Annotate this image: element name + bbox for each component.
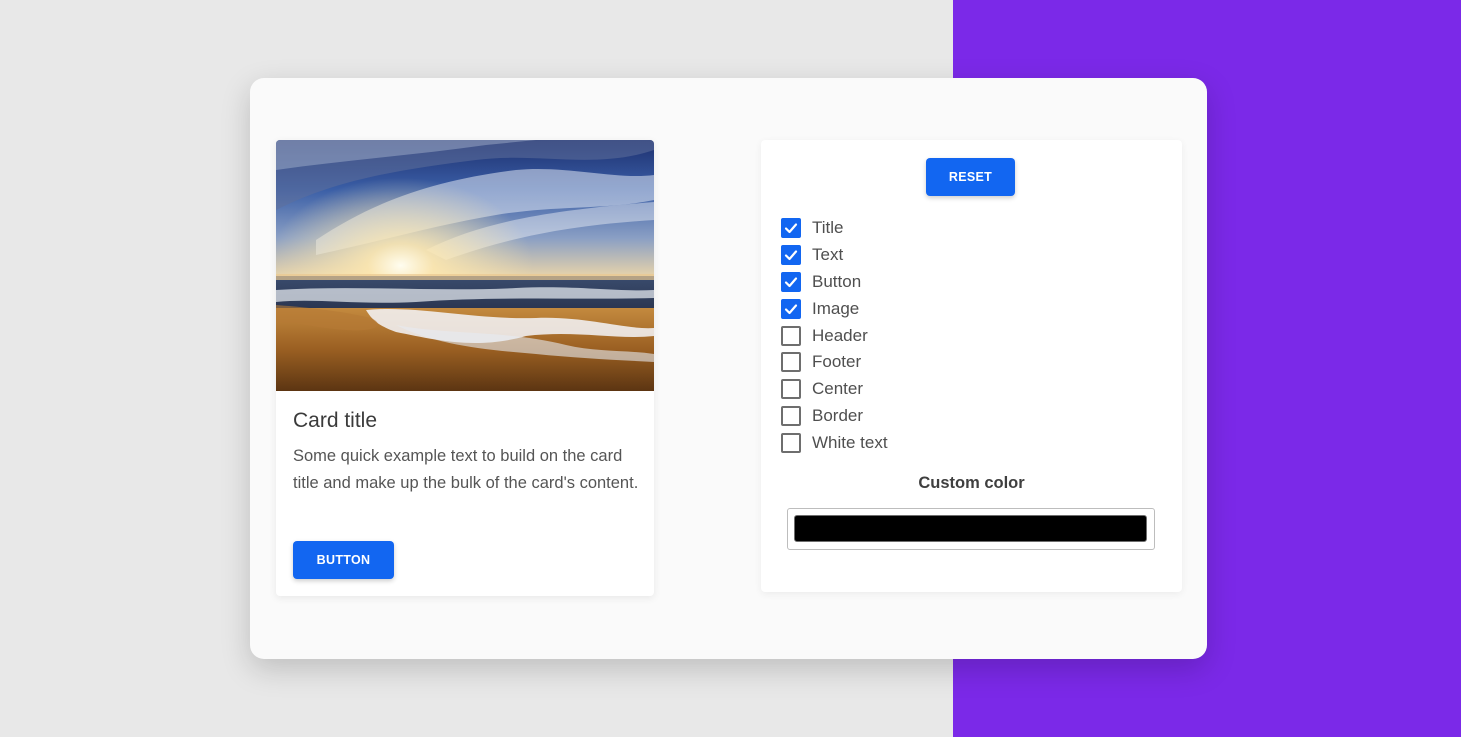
card-title: Card title xyxy=(293,409,378,432)
checkbox-border[interactable] xyxy=(781,405,801,426)
checkbox-footer[interactable] xyxy=(781,352,801,373)
preview-card: Card title Some quick example text to bu… xyxy=(276,140,654,596)
option-label: Button xyxy=(812,271,862,291)
checkbox-white-text[interactable] xyxy=(781,432,801,453)
checkbox-title[interactable] xyxy=(781,218,801,239)
option-label: Title xyxy=(812,218,844,238)
option-title[interactable]: Title xyxy=(781,215,888,242)
option-label: Text xyxy=(812,245,844,265)
option-checklist: Title Text Button Image Header Footer Ce… xyxy=(781,215,888,456)
card-button[interactable]: Button xyxy=(293,541,394,579)
option-text[interactable]: Text xyxy=(781,242,888,269)
card-image xyxy=(276,140,654,391)
option-image[interactable]: Image xyxy=(781,295,888,322)
option-header[interactable]: Header xyxy=(781,322,888,349)
checkbox-header[interactable] xyxy=(781,325,801,346)
checkmark-icon xyxy=(784,223,798,234)
option-label: Footer xyxy=(812,352,862,372)
custom-color-field xyxy=(787,508,1155,550)
reset-button[interactable]: Reset xyxy=(926,158,1015,196)
option-footer[interactable]: Footer xyxy=(781,349,888,376)
option-white-text[interactable]: White text xyxy=(781,429,888,456)
checkbox-text[interactable] xyxy=(781,245,801,266)
option-label: Header xyxy=(812,325,868,345)
option-button[interactable]: Button xyxy=(781,269,888,296)
custom-color-label: Custom color xyxy=(918,474,1025,492)
option-label: Center xyxy=(812,379,864,399)
checkmark-icon xyxy=(784,250,798,261)
checkmark-icon xyxy=(784,277,798,288)
checkbox-image[interactable] xyxy=(781,298,801,319)
option-border[interactable]: Border xyxy=(781,403,888,430)
card-body: Card title Some quick example text to bu… xyxy=(293,408,643,497)
checkbox-button[interactable] xyxy=(781,271,801,292)
option-center[interactable]: Center xyxy=(781,376,888,403)
option-label: Image xyxy=(812,298,860,318)
color-picker-input[interactable] xyxy=(794,515,1147,542)
option-label: White text xyxy=(812,432,888,452)
demo-panel: Card title Some quick example text to bu… xyxy=(250,78,1207,659)
checkbox-center[interactable] xyxy=(781,379,801,400)
settings-panel: Reset Title Text Button Image Header xyxy=(761,140,1182,592)
checkmark-icon xyxy=(784,304,798,314)
option-label: Border xyxy=(812,405,864,425)
card-text: Some quick example text to build on the … xyxy=(293,447,639,492)
